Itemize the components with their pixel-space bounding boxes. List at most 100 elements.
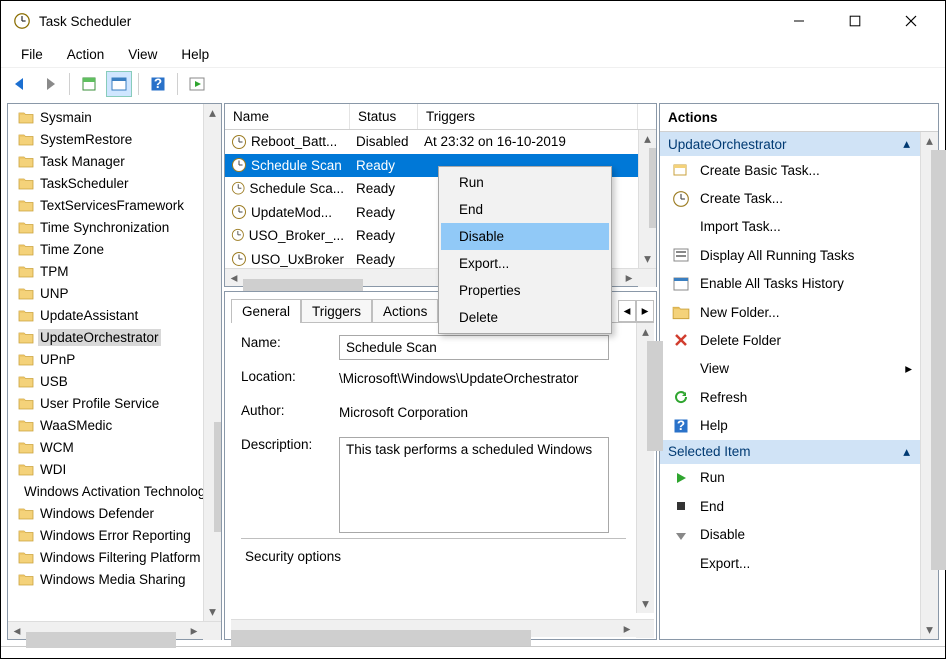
tree-folder[interactable]: UpdateAssistant: [18, 304, 203, 326]
action-export-[interactable]: Export...: [660, 549, 920, 577]
scroll-right-icon[interactable]: ▸: [618, 620, 636, 638]
close-button[interactable]: [883, 2, 939, 40]
action-view[interactable]: View▸: [660, 355, 920, 383]
actions-group-folder[interactable]: UpdateOrchestrator▴: [660, 132, 920, 156]
menu-help[interactable]: Help: [169, 45, 221, 64]
tree-folder[interactable]: Time Synchronization: [18, 216, 203, 238]
action-help[interactable]: ?Help: [660, 411, 920, 439]
tab-scroll-right[interactable]: ▸: [636, 300, 654, 322]
security-options-header: Security options: [241, 538, 626, 564]
action-pane-toggle[interactable]: [106, 71, 132, 97]
tab-general[interactable]: General: [231, 299, 301, 323]
list-scrollbar-vertical[interactable]: ▴ ▾: [638, 130, 656, 268]
scroll-up-icon[interactable]: ▴: [204, 104, 222, 122]
task-status: Ready: [350, 158, 418, 173]
action-run[interactable]: Run: [660, 464, 920, 492]
actions-group-selected[interactable]: Selected Item▴: [660, 440, 920, 464]
tree-folder[interactable]: Windows Defender: [18, 502, 203, 524]
tree-folder[interactable]: UPnP: [18, 348, 203, 370]
scroll-left-icon[interactable]: ◂: [225, 269, 243, 287]
properties-button[interactable]: [76, 71, 102, 97]
scroll-up-icon[interactable]: ▴: [639, 130, 657, 148]
column-triggers[interactable]: Triggers: [418, 104, 638, 129]
tree-folder[interactable]: TextServicesFramework: [18, 194, 203, 216]
tree-folder[interactable]: UpdateOrchestrator: [18, 326, 203, 348]
scroll-down-icon[interactable]: ▾: [637, 595, 655, 613]
folder-icon: [18, 198, 34, 212]
task-description-input[interactable]: [339, 437, 609, 533]
tree-scrollbar-horizontal[interactable]: ◂ ▸: [8, 621, 221, 639]
tree-scrollbar-vertical[interactable]: ▴ ▾: [203, 104, 221, 621]
scroll-down-icon[interactable]: ▾: [639, 250, 657, 268]
column-name[interactable]: Name: [225, 104, 350, 129]
scroll-left-icon[interactable]: ◂: [8, 622, 26, 640]
scroll-up-icon[interactable]: ▴: [921, 132, 939, 150]
scroll-down-icon[interactable]: ▾: [921, 621, 939, 639]
tree-folder[interactable]: TaskScheduler: [18, 172, 203, 194]
column-status[interactable]: Status: [350, 104, 418, 129]
task-row[interactable]: Reboot_Batt...DisabledAt 23:32 on 16-10-…: [225, 130, 638, 154]
folder-tree[interactable]: SysmainSystemRestoreTask ManagerTaskSche…: [8, 104, 203, 621]
tab-actions[interactable]: Actions: [372, 299, 438, 323]
tree-folder[interactable]: USB: [18, 370, 203, 392]
menu-action[interactable]: Action: [55, 45, 117, 64]
context-properties[interactable]: Properties: [441, 277, 609, 304]
tree-folder[interactable]: Sysmain: [18, 106, 203, 128]
tree-folder[interactable]: Windows Media Sharing: [18, 568, 203, 590]
scroll-right-icon[interactable]: ▸: [620, 269, 638, 287]
tree-folder[interactable]: Task Manager: [18, 150, 203, 172]
action-display-all-running-tasks[interactable]: Display All Running Tasks: [660, 241, 920, 269]
action-enable-all-tasks-history[interactable]: Enable All Tasks History: [660, 270, 920, 298]
tree-folder[interactable]: User Profile Service: [18, 392, 203, 414]
action-icon: [672, 246, 690, 264]
scroll-right-icon[interactable]: ▸: [185, 622, 203, 640]
action-delete-folder[interactable]: Delete Folder: [660, 326, 920, 354]
context-end[interactable]: End: [441, 196, 609, 223]
tab-triggers[interactable]: Triggers: [301, 299, 372, 323]
action-create-basic-task-[interactable]: Create Basic Task...: [660, 156, 920, 184]
tree-folder[interactable]: WaaSMedic: [18, 414, 203, 436]
details-scrollbar-horizontal[interactable]: ▸: [231, 619, 654, 637]
context-delete[interactable]: Delete: [441, 304, 609, 331]
folder-icon: [18, 132, 34, 146]
action-label: View: [700, 361, 729, 376]
scroll-up-icon[interactable]: ▴: [637, 323, 655, 341]
app-icon: [13, 12, 31, 30]
folder-icon: [18, 308, 34, 322]
forward-button[interactable]: [37, 71, 63, 97]
tree-folder[interactable]: WDI: [18, 458, 203, 480]
menu-file[interactable]: File: [9, 45, 55, 64]
actions-scrollbar-vertical[interactable]: ▴ ▾: [920, 132, 938, 639]
action-refresh[interactable]: Refresh: [660, 383, 920, 411]
action-import-task-[interactable]: Import Task...: [660, 213, 920, 241]
folder-icon: [18, 418, 34, 432]
task-details-panel: General Triggers Actions ◂ ▸ Name: Locat…: [224, 291, 657, 640]
tree-folder[interactable]: Time Zone: [18, 238, 203, 260]
tree-folder[interactable]: Windows Filtering Platform: [18, 546, 203, 568]
tab-scroll-left[interactable]: ◂: [618, 300, 636, 322]
context-export-[interactable]: Export...: [441, 250, 609, 277]
tree-folder[interactable]: Windows Activation Technologies: [18, 480, 203, 502]
context-disable[interactable]: Disable: [441, 223, 609, 250]
tree-folder[interactable]: WCM: [18, 436, 203, 458]
scroll-down-icon[interactable]: ▾: [204, 603, 222, 621]
action-end[interactable]: End: [660, 492, 920, 520]
minimize-button[interactable]: [771, 2, 827, 40]
context-run[interactable]: Run: [441, 169, 609, 196]
tree-folder[interactable]: SystemRestore: [18, 128, 203, 150]
back-button[interactable]: [7, 71, 33, 97]
menu-view[interactable]: View: [116, 45, 169, 64]
tree-folder[interactable]: TPM: [18, 260, 203, 282]
run-button[interactable]: [184, 71, 210, 97]
tree-folder[interactable]: UNP: [18, 282, 203, 304]
action-create-task-[interactable]: Create Task...: [660, 184, 920, 212]
help-button[interactable]: ?: [145, 71, 171, 97]
details-scrollbar-vertical[interactable]: ▴ ▾: [636, 323, 654, 613]
action-new-folder-[interactable]: New Folder...: [660, 298, 920, 326]
tree-folder[interactable]: Windows Error Reporting: [18, 524, 203, 546]
action-disable[interactable]: Disable: [660, 521, 920, 549]
task-icon: [231, 228, 245, 244]
task-name-input[interactable]: [339, 335, 609, 360]
action-label: Create Basic Task...: [700, 163, 820, 178]
maximize-button[interactable]: [827, 2, 883, 40]
